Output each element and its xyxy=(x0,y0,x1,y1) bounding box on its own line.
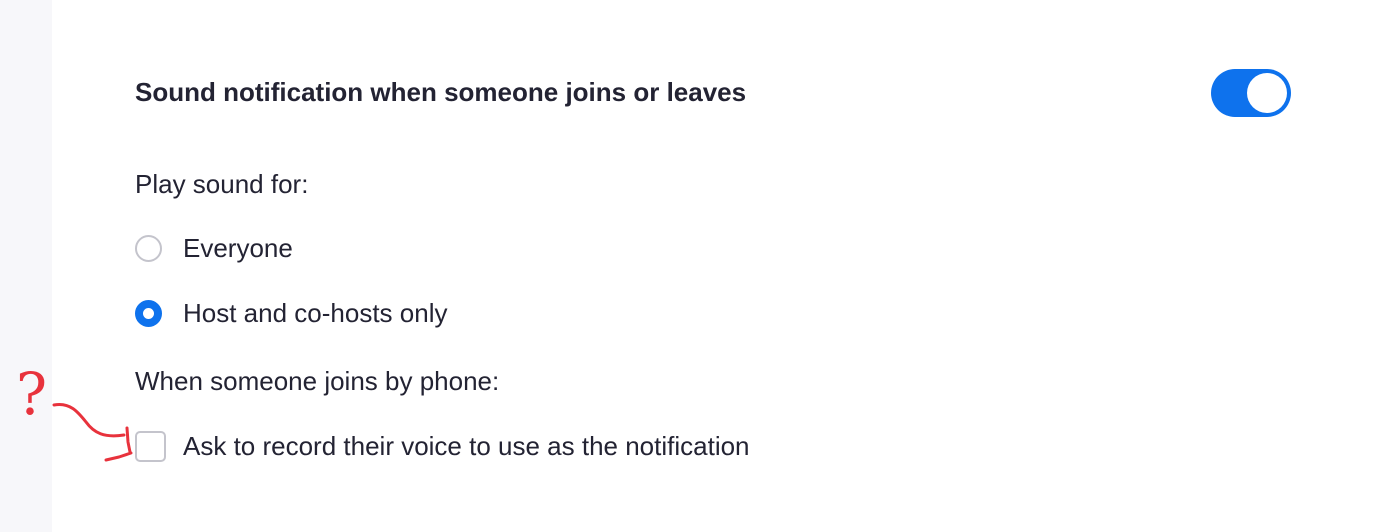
phone-join-label: When someone joins by phone: xyxy=(135,366,500,396)
radio-host-cohosts[interactable] xyxy=(135,299,162,327)
record-voice-label: Ask to record their voice to use as the … xyxy=(183,431,750,461)
play-sound-label: Play sound for: xyxy=(135,169,309,199)
annotation-arrow-curve xyxy=(52,402,126,438)
record-voice-checkbox[interactable] xyxy=(135,430,166,462)
side-rail xyxy=(0,0,52,532)
radio-everyone-label: Everyone xyxy=(183,233,293,263)
record-voice-option[interactable]: Ask to record their voice to use as the … xyxy=(135,428,750,464)
radio-option-everyone[interactable]: Everyone xyxy=(135,230,293,266)
toggle-knob xyxy=(1247,73,1287,113)
radio-host-cohosts-label: Host and co-hosts only xyxy=(183,298,448,328)
radio-everyone[interactable] xyxy=(135,234,162,262)
radio-option-host-cohosts[interactable]: Host and co-hosts only xyxy=(135,295,447,331)
annotation-arrow-head xyxy=(104,426,133,462)
setting-title: Sound notification when someone joins or… xyxy=(135,77,747,107)
sound-notification-toggle[interactable] xyxy=(1211,69,1291,117)
